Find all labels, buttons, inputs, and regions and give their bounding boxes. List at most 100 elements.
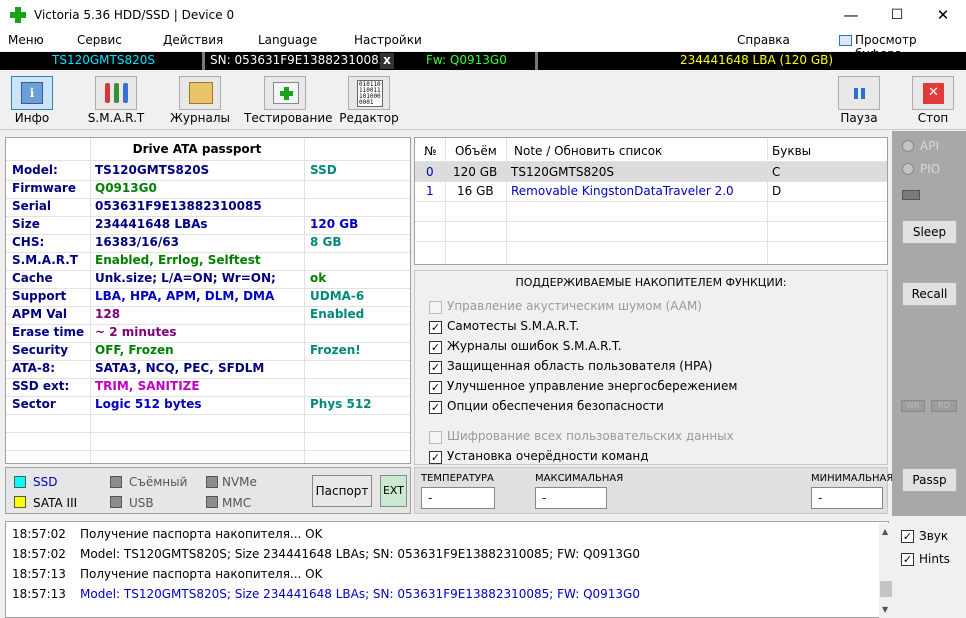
pio-label: PIO [920,162,941,176]
window-title: Victoria 5.36 HDD/SSD | Device 0 [34,8,235,22]
stop-label: Стоп [917,111,949,125]
stop-icon: ✕ [923,83,944,104]
device-model: TS120GMTS820S [52,53,155,67]
passport-value: Q0913G0 [95,181,157,195]
passport-value: 16383/16/63 [95,235,179,249]
pause-label: Пауза [840,111,878,125]
passport-extra: 120 GB [310,217,359,231]
device-strip: TS120GMTS820S SN: 053631F9E13882310085 x… [0,52,966,70]
minimize-button[interactable]: — [828,0,874,31]
editor-button[interactable]: 010110 110011 101000 0001 [348,76,390,110]
activity-indicator [902,190,920,200]
col-header-note[interactable]: Note / Обновить список [514,144,662,158]
device-close-button[interactable]: x [380,53,394,69]
scroll-thumb[interactable] [880,581,892,597]
hints-label: Hints [919,552,950,566]
grid-line [6,432,410,433]
device-letter: C [772,165,781,179]
logs-button[interactable] [179,76,221,110]
col-header-size[interactable]: Объём [455,144,497,158]
write-indicator: WR [901,400,925,412]
smart-label: S.M.A.R.T [87,111,145,125]
log-time: 18:57:13 [12,567,66,581]
passport-key: Model: [12,163,58,177]
feature-checkbox[interactable]: ✓ [429,341,442,354]
min-temperature-value: - [811,487,883,509]
removable-swatch [110,476,122,488]
passport-button[interactable]: Паспорт [312,475,372,507]
stop-button[interactable]: ✕ [912,76,954,110]
ext-button[interactable]: EXT [380,475,407,507]
device-serial: SN: 053631F9E13882310085 [210,53,387,67]
scroll-up-icon[interactable]: ▲ [882,527,888,536]
passport-header: Drive ATA passport [132,142,262,156]
close-button[interactable]: ✕ [920,0,966,31]
read-indicator: RD [931,400,957,412]
scroll-down-icon[interactable]: ▼ [882,605,888,614]
sleep-button[interactable]: Sleep [902,220,957,244]
pause-button[interactable] [838,76,880,110]
test-tube-icon [114,83,119,103]
menu-settings[interactable]: Настройки [354,33,422,47]
menu-language[interactable]: Language [258,33,317,47]
device-list: № Объём Note / Обновить список Буквы 0 1… [414,137,888,265]
menu-service[interactable]: Сервис [77,33,122,47]
col-header-letters[interactable]: Буквы [772,144,811,158]
feature-label: Журналы ошибок S.M.A.R.T. [447,339,622,353]
device-firmware: Fw: Q0913G0 [426,53,507,67]
passport-extra: UDMA-6 [310,289,365,303]
feature-checkbox[interactable]: ✓ [429,381,442,394]
legend-mmc: MMC [222,496,252,510]
passport-key: Serial [12,199,52,213]
features-panel: ПОДДЕРЖИВАЕМЫЕ НАКОПИТЕЛЕМ ФУНКЦИИ: Упра… [414,270,888,465]
log-scrollbar[interactable]: ▲ ▼ [879,523,893,618]
feature-label: Защищенная область пользователя (HPA) [447,359,713,373]
features-title: ПОДДЕРЖИВАЕМЫЕ НАКОПИТЕЛЕМ ФУНКЦИИ: [515,276,787,289]
passport-key: Firmware [12,181,76,195]
passport-value: Unk.size; L/A=ON; Wr=ON; [95,271,276,285]
info-button[interactable]: i [11,76,53,110]
testing-button[interactable] [264,76,306,110]
sound-checkbox[interactable]: ✓ [901,530,914,543]
passport-extra: Frozen! [310,343,361,357]
log-time: 18:57:13 [12,587,66,601]
feature-checkbox[interactable] [429,431,442,444]
feature-label: Улучшенное управление энергосбережением [447,379,738,393]
passport-key: Cache [12,271,53,285]
api-radio[interactable] [902,140,914,152]
table-row[interactable]: 1 16 GB Removable KingstonDataTraveler 2… [415,182,887,201]
feature-label: Установка очерёдности команд [447,449,649,463]
menu-bar: Меню Сервис Действия Language Настройки … [0,31,966,61]
passport-key: SSD ext: [12,379,70,393]
table-row[interactable]: 0 120 GB TS120GMTS820S C [415,162,887,181]
pause-icon [861,88,865,99]
feature-checkbox[interactable]: ✓ [429,401,442,414]
feature-checkbox[interactable]: ✓ [429,451,442,464]
device-note: Removable KingstonDataTraveler 2.0 [511,184,734,198]
menu-main[interactable]: Меню [8,33,44,47]
passport-value: OFF, Frozen [95,343,174,357]
recall-button[interactable]: Recall [902,282,957,306]
info-icon: i [21,82,43,104]
smart-button[interactable] [95,76,137,110]
passport-value: ~ 2 minutes [95,325,177,339]
logs-label: Журналы [170,111,230,125]
menu-help[interactable]: Справка [737,33,790,47]
menu-actions[interactable]: Действия [163,33,223,47]
hints-checkbox[interactable]: ✓ [901,553,914,566]
maximize-button[interactable]: ☐ [874,0,920,31]
passp-button[interactable]: Passp [902,468,957,492]
device-num: 0 [426,165,434,179]
log-message: Получение паспорта накопителя... OK [80,527,323,541]
temperature-value: - [421,487,495,509]
pio-radio[interactable] [902,163,914,175]
col-header-num[interactable]: № [424,144,436,158]
feature-checkbox[interactable]: ✓ [429,321,442,334]
max-temperature-label: МАКСИМАЛЬНАЯ [535,473,624,484]
feature-checkbox[interactable]: ✓ [429,361,442,374]
feature-checkbox[interactable] [429,301,442,314]
passport-value: TRIM, SANITIZE [95,379,200,393]
device-num: 1 [426,184,434,198]
right-control-panel: API PIO Sleep Recall WR RD Passp [892,131,966,516]
title-bar: Victoria 5.36 HDD/SSD | Device 0 — ☐ ✕ [0,0,966,31]
